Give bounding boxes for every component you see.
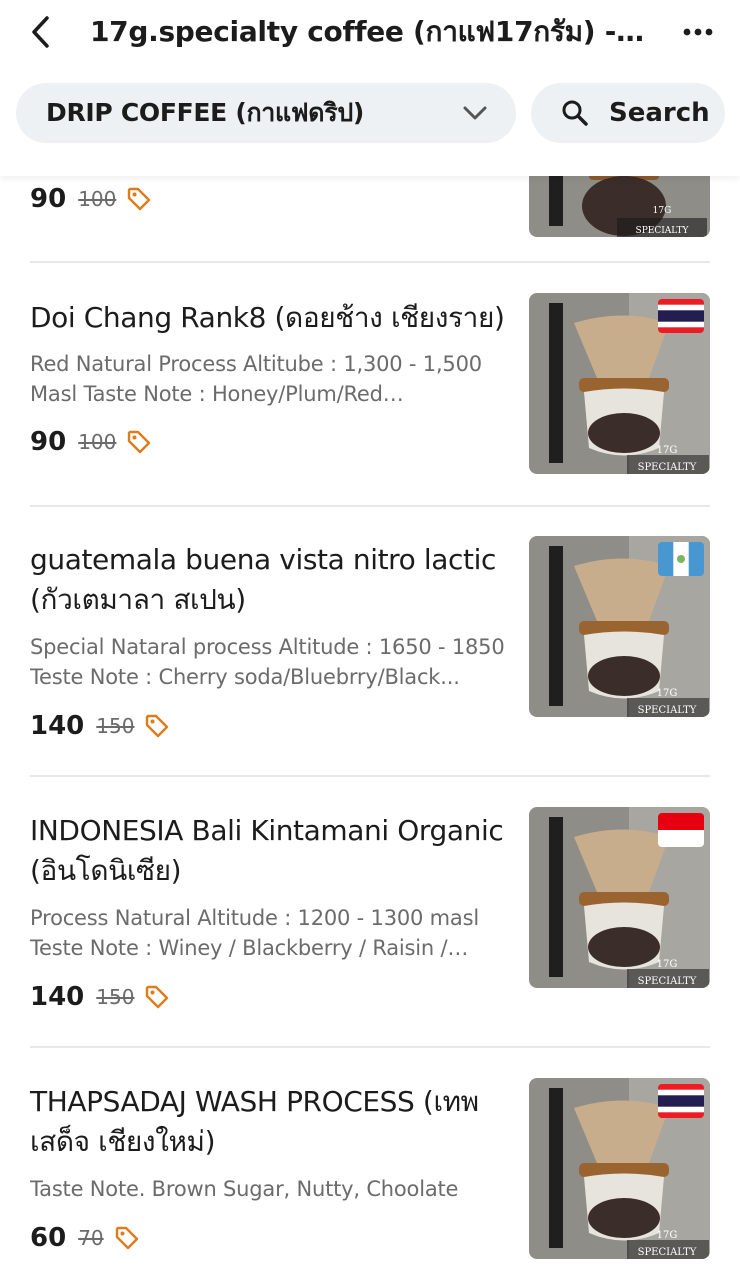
divider xyxy=(30,1046,710,1048)
price: 60 xyxy=(30,1223,67,1253)
divider xyxy=(30,261,710,263)
svg-text:17G: 17G xyxy=(657,959,678,970)
item-thumbnail[interactable]: 17G SPECIALTY xyxy=(529,293,710,474)
item-description: Special Nataral process Altitude : 1650 … xyxy=(30,635,505,689)
item-description: Red Natural Process Altitube : 1,300 - 1… xyxy=(30,352,482,406)
item-name: guatemala buena vista nitro lactic (กัวเ… xyxy=(30,543,496,616)
category-dropdown[interactable]: DRIP COFFEE (กาแฟดริป) xyxy=(16,83,516,143)
item-name: THAPSADAJ WASH PROCESS (เทพเสด็จ เชียงให… xyxy=(30,1085,479,1158)
discount-tag-icon xyxy=(128,187,151,211)
price-row: 140 150 xyxy=(30,710,170,742)
discount-tag-icon xyxy=(146,985,169,1009)
svg-text:SPECIALTY: SPECIALTY xyxy=(636,226,690,236)
original-price: 150 xyxy=(96,985,135,1009)
item-thumbnail[interactable]: 17G SPECIALTY xyxy=(529,807,710,988)
original-price: 100 xyxy=(78,187,117,211)
item-name: INDONESIA Bali Kintamani Organic (อินโดน… xyxy=(30,814,504,887)
svg-text:17G: 17G xyxy=(653,206,672,216)
discount-tag-icon xyxy=(115,1226,138,1250)
price: 140 xyxy=(30,982,85,1012)
top-bar: 17g.specialty coffee (กาแฟ17กรัม) - แม่.… xyxy=(0,0,740,176)
category-selected-label: DRIP COFFEE (กาแฟดริป) xyxy=(46,98,365,127)
price: 90 xyxy=(30,184,67,214)
coffee-dripper-image: 17G SPECIALTY xyxy=(529,176,710,237)
original-price: 70 xyxy=(78,1226,104,1250)
price-row: 90 100 xyxy=(30,183,152,215)
original-price: 150 xyxy=(96,714,135,738)
search-button[interactable]: Search xyxy=(531,83,725,143)
chevron-left-icon xyxy=(32,16,49,48)
svg-text:SPECIALTY: SPECIALTY xyxy=(638,705,697,716)
original-price: 100 xyxy=(78,430,117,454)
item-description: Process Natural Altitude : 1200 - 1300 m… xyxy=(30,906,479,960)
item-name: Doi Chang Rank8 (ดอยช้าง เชียงราย) xyxy=(30,301,505,334)
guatemala-flag-icon xyxy=(658,542,704,576)
thailand-flag-icon xyxy=(658,299,704,333)
menu-item-list: 90 100 17G SPECIALTY Doi Chang Rank8 (ดอ… xyxy=(0,176,740,1280)
back-button[interactable] xyxy=(22,12,58,52)
thailand-flag-icon xyxy=(658,1084,704,1118)
list-item[interactable]: 90 100 17G SPECIALTY xyxy=(30,176,710,258)
indonesia-flag-icon xyxy=(658,813,704,847)
divider xyxy=(30,505,710,507)
more-options-button[interactable] xyxy=(676,14,720,50)
svg-text:SPECIALTY: SPECIALTY xyxy=(638,1247,697,1258)
price-row: 140 150 xyxy=(30,981,170,1013)
item-thumbnail[interactable]: 17G SPECIALTY xyxy=(529,1078,710,1259)
discount-tag-icon xyxy=(146,714,169,738)
price-row: 90 100 xyxy=(30,426,152,458)
divider xyxy=(30,775,710,777)
item-thumbnail[interactable]: 17G SPECIALTY xyxy=(529,536,710,717)
list-item[interactable]: Doi Chang Rank8 (ดอยช้าง เชียงราย) Red N… xyxy=(30,293,710,474)
list-item[interactable]: THAPSADAJ WASH PROCESS (เทพเสด็จ เชียงให… xyxy=(30,1078,710,1259)
svg-text:17G: 17G xyxy=(657,688,678,699)
svg-text:17G: 17G xyxy=(657,445,678,456)
page-title: 17g.specialty coffee (กาแฟ17กรัม) - แม่.… xyxy=(90,15,650,48)
price-row: 60 70 xyxy=(30,1222,140,1254)
svg-text:SPECIALTY: SPECIALTY xyxy=(638,976,697,987)
price: 140 xyxy=(30,711,85,741)
item-description: Taste Note. Brown Sugar, Nutty, Choolate xyxy=(30,1177,459,1201)
discount-tag-icon xyxy=(128,430,151,454)
chevron-down-icon xyxy=(463,106,487,120)
more-horizontal-icon xyxy=(683,28,713,36)
item-thumbnail[interactable]: 17G SPECIALTY xyxy=(529,176,710,237)
svg-text:SPECIALTY: SPECIALTY xyxy=(638,462,697,473)
search-icon xyxy=(562,100,588,126)
price: 90 xyxy=(30,427,67,457)
list-item[interactable]: INDONESIA Bali Kintamani Organic (อินโดน… xyxy=(30,807,710,1012)
search-label: Search xyxy=(609,98,710,128)
list-item[interactable]: guatemala buena vista nitro lactic (กัวเ… xyxy=(30,536,710,741)
svg-text:17G: 17G xyxy=(657,1230,678,1241)
